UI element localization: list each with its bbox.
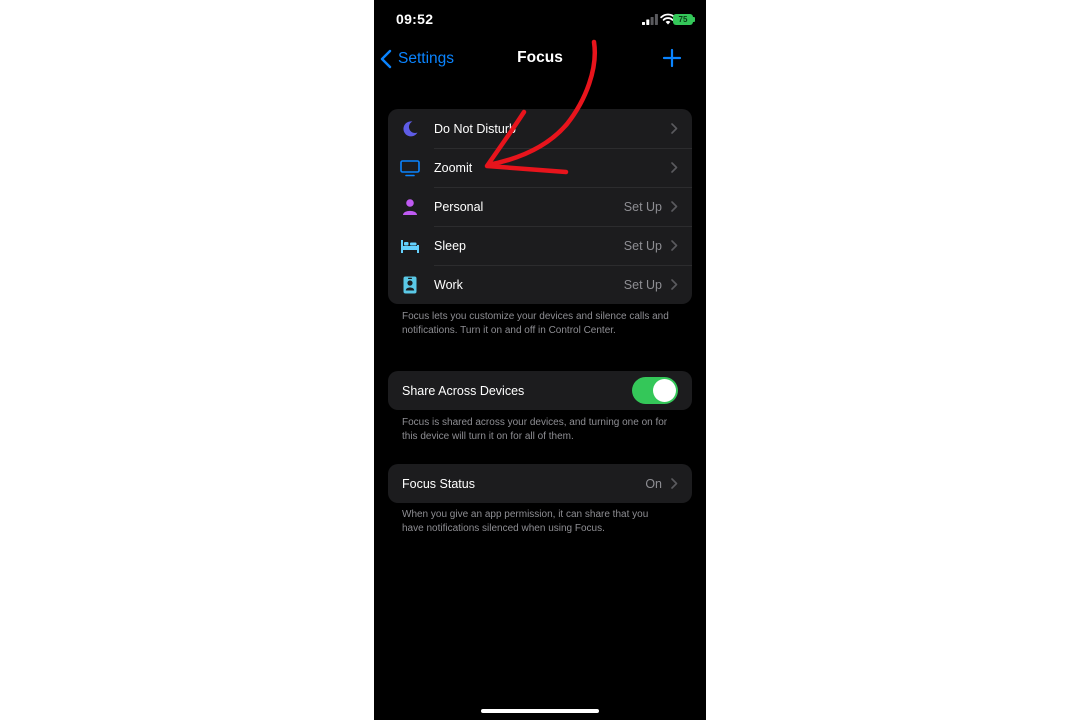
- focus-mode-value: Set Up: [623, 277, 662, 292]
- focus-status-label: Focus Status: [402, 476, 475, 491]
- focus-mode-label: Zoomit: [434, 160, 473, 175]
- annotation-arrow-icon: [484, 39, 597, 175]
- bed-icon: [400, 236, 420, 256]
- chevron-right-icon: [671, 240, 678, 251]
- monitor-icon: [400, 158, 420, 178]
- focus-status-description: When you give an app permission, it can …: [402, 509, 649, 534]
- battery-icon: 75: [673, 14, 693, 25]
- share-across-devices-group: Share Across Devices: [388, 371, 692, 410]
- moon-icon: [400, 119, 420, 139]
- toggle-knob: [653, 379, 676, 402]
- focus-mode-label: Work: [434, 277, 463, 292]
- focus-mode-label: Sleep: [434, 238, 466, 253]
- share-across-devices-label: Share Across Devices: [402, 383, 525, 398]
- add-focus-button[interactable]: [658, 46, 686, 70]
- focus-description: Focus lets you customize your devices an…: [402, 311, 669, 336]
- chevron-right-icon: [671, 123, 678, 134]
- focus-mode-personal[interactable]: Personal Set Up: [388, 187, 692, 226]
- focus-status-row[interactable]: Focus Status On: [388, 464, 692, 503]
- focus-mode-value: Set Up: [623, 238, 662, 253]
- focus-mode-sleep[interactable]: Sleep Set Up: [388, 226, 692, 265]
- focus-modes-list: Do Not Disturb Zoomit Personal Set Up Sl…: [388, 109, 692, 304]
- chevron-right-icon: [671, 162, 678, 173]
- focus-mode-zoomit[interactable]: Zoomit: [388, 148, 692, 187]
- chevron-right-icon: [671, 201, 678, 212]
- chevron-right-icon: [671, 478, 678, 489]
- focus-mode-work[interactable]: Work Set Up: [388, 265, 692, 304]
- focus-mode-do-not-disturb[interactable]: Do Not Disturb: [388, 109, 692, 148]
- share-across-devices-toggle[interactable]: [632, 377, 678, 404]
- home-indicator: [481, 709, 599, 713]
- status-time: 09:52: [396, 11, 434, 27]
- focus-mode-label: Do Not Disturb: [434, 121, 516, 136]
- focus-mode-value: Set Up: [623, 199, 662, 214]
- battery-tip: [693, 17, 695, 22]
- focus-status-value: On: [645, 476, 662, 491]
- share-description: Focus is shared across your devices, and…: [402, 417, 668, 442]
- focus-mode-label: Personal: [434, 199, 484, 214]
- focus-status-group: Focus Status On: [388, 464, 692, 503]
- id-badge-icon: [400, 275, 420, 295]
- chevron-right-icon: [671, 279, 678, 290]
- person-icon: [400, 197, 420, 217]
- phone-screen: 09:52 75 Settings Focus Do Not Disturb Z…: [374, 0, 706, 720]
- share-across-devices-row: Share Across Devices: [388, 371, 692, 410]
- page-title: Focus: [517, 49, 563, 66]
- cellular-signal-icon: [642, 14, 658, 25]
